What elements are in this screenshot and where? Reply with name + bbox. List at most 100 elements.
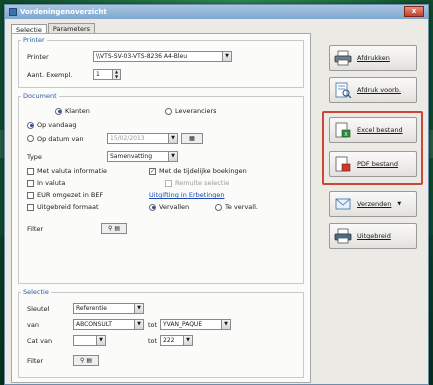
sleutel-value: Referentie [73, 303, 135, 314]
checkbox-in-valuta-label: In valuta [37, 179, 66, 187]
cat-van-label: Cat van [27, 336, 53, 345]
calendar-button[interactable]: ▦ [181, 133, 203, 144]
chevron-down-icon[interactable]: ▼ [135, 319, 144, 330]
printer-extended-icon [334, 228, 352, 244]
tot-value[interactable]: YVAN_PAQUE [160, 319, 222, 330]
afdruk-voorbeeld-button[interactable]: Afdruk voorb. [329, 77, 417, 103]
selectie-filter-label: Filter [27, 356, 44, 365]
uitgebreid-button[interactable]: Uitgebreid [329, 223, 417, 249]
radio-klanten-label: Klanten [65, 107, 90, 115]
radio-klanten[interactable] [55, 107, 62, 115]
chevron-down-icon[interactable]: ▼ [222, 319, 231, 330]
copies-value[interactable]: 1 [93, 69, 113, 80]
chevron-down-icon[interactable]: ▼ [135, 303, 144, 314]
radio-vervallen[interactable] [149, 203, 156, 211]
cat-tot-value[interactable]: 222 [160, 335, 184, 346]
app-icon [9, 8, 17, 16]
afdruk-voorbeeld-label: Afdruk voorb. [357, 86, 401, 94]
radio-vervallen-label: Vervallen [159, 203, 190, 211]
copies-label: Aant. Exempl. [27, 70, 73, 79]
title-bar: Vordeningenoverzicht [5, 5, 428, 19]
calendar-icon: ▦ [189, 135, 195, 142]
checkbox-remulte[interactable] [165, 179, 172, 187]
checkbox-euri[interactable] [27, 191, 34, 199]
document-group: Document Klanten Leveranciers Op vandaag… [18, 92, 304, 284]
chevron-down-icon: ▼ [397, 201, 402, 207]
chevron-down-icon[interactable]: ▼ [97, 335, 106, 346]
excel-bestand-button[interactable]: X Excel bestand [329, 117, 417, 143]
selectie-panel: Printer Printer \\VTS-SV-03-VTS-8236 A4-… [11, 33, 311, 383]
radio-te-vervall-label: Te vervall. [225, 203, 258, 211]
radio-leveranciers[interactable] [165, 107, 172, 115]
send-mail-icon [335, 198, 351, 210]
cat-tot-label: tot [148, 336, 158, 345]
printer-icon [334, 50, 352, 66]
afdrukken-label: Afdrukken [357, 54, 390, 62]
window-title: Vordeningenoverzicht [20, 8, 107, 16]
verzenden-label: Verzenden [357, 200, 392, 208]
copies-stepper[interactable]: 1 ▲ ▼ [93, 69, 121, 80]
tot-label: tot [148, 320, 158, 329]
chevron-down-icon[interactable]: ▼ [223, 51, 232, 62]
verzenden-button[interactable]: Verzenden ▼ [329, 191, 417, 217]
document-filter-button[interactable]: ⚲ ▤ [101, 223, 127, 234]
printer-label: Printer [27, 52, 49, 61]
excel-file-icon: X [335, 122, 351, 138]
svg-text:X: X [344, 132, 348, 138]
pdf-bestand-label: PDF bestand [357, 160, 399, 168]
selectie-group: Selectie Sleutel Referentie ▼ van ABCONS… [18, 288, 304, 378]
print-preview-icon [335, 82, 352, 98]
pdf-file-icon [335, 156, 351, 172]
document-group-title: Document [21, 92, 59, 100]
sleutel-label: Sleutel [27, 304, 50, 313]
type-select[interactable]: Samenvatting ▼ [107, 151, 178, 162]
close-button[interactable]: x [404, 6, 424, 17]
selectie-filter-button[interactable]: ⚲ ▤ [73, 355, 99, 366]
checkbox-tijdelijke[interactable]: ✓ [149, 167, 156, 175]
van-value[interactable]: ABCONSULT [73, 319, 135, 330]
checkbox-tijdelijke-label: Met de tijdelijke boekingen [159, 167, 247, 175]
filter-funnel-icon: ⚲ [107, 225, 113, 232]
checkbox-uitgebreid-label: Uitgebreid formaat [37, 203, 99, 211]
report-dialog: Vordeningenoverzicht x Selectie Paramete… [4, 4, 429, 385]
cat-tot-select[interactable]: 222 ▼ [160, 335, 193, 346]
date-picker[interactable]: 15/02/2013 ▼ [107, 133, 178, 144]
chevron-down-icon[interactable]: ▼ [169, 133, 178, 144]
checkbox-valuta-info[interactable] [27, 167, 34, 175]
checkbox-remulte-label: Remulte selectie [175, 179, 230, 187]
chevron-down-icon[interactable]: ▼ [169, 151, 178, 162]
printer-group: Printer Printer \\VTS-SV-03-VTS-8236 A4-… [18, 36, 304, 88]
spin-arrows-icon[interactable]: ▲ ▼ [113, 69, 121, 80]
cat-van-value[interactable] [73, 335, 97, 346]
checkbox-valuta-info-label: Met valuta informatie [37, 167, 107, 175]
afdrukken-button[interactable]: Afdrukken [329, 45, 417, 71]
van-label: van [27, 320, 39, 329]
printer-select[interactable]: \\VTS-SV-03-VTS-8236 A4-Bleu ▼ [93, 51, 232, 62]
radio-op-datum[interactable] [27, 135, 34, 142]
document-filter-label: Filter [27, 224, 44, 233]
radio-op-vandaag-label: Op vandaag [37, 121, 77, 129]
type-label: Type [27, 152, 42, 161]
printer-value: \\VTS-SV-03-VTS-8236 A4-Bleu [93, 51, 223, 62]
van-select[interactable]: ABCONSULT ▼ [73, 319, 144, 330]
checkbox-in-valuta[interactable] [27, 179, 34, 187]
selectie-group-title: Selectie [21, 288, 51, 296]
date-value: 15/02/2013 [107, 133, 169, 144]
radio-leveranciers-label: Leveranciers [175, 107, 217, 115]
radio-te-vervall[interactable] [215, 203, 222, 211]
checkbox-uitgebreid[interactable] [27, 203, 34, 211]
filter-grid-icon: ▤ [86, 357, 93, 364]
printer-group-title: Printer [21, 36, 47, 44]
tot-select[interactable]: YVAN_PAQUE ▼ [160, 319, 231, 330]
type-value: Samenvatting [107, 151, 169, 162]
checkbox-euri-label: EUR omgezet in BEF [37, 191, 104, 199]
cat-van-select[interactable]: ▼ [73, 335, 106, 346]
uitgifte-link[interactable]: Uitgifting in Erbetingen [149, 191, 225, 199]
uitgebreid-label: Uitgebreid [357, 232, 391, 240]
excel-bestand-label: Excel bestand [357, 126, 403, 134]
filter-funnel-icon: ⚲ [79, 357, 85, 364]
radio-op-vandaag[interactable] [27, 121, 34, 129]
pdf-bestand-button[interactable]: PDF bestand [329, 151, 417, 177]
sleutel-select[interactable]: Referentie ▼ [73, 303, 144, 314]
chevron-down-icon[interactable]: ▼ [184, 335, 193, 346]
